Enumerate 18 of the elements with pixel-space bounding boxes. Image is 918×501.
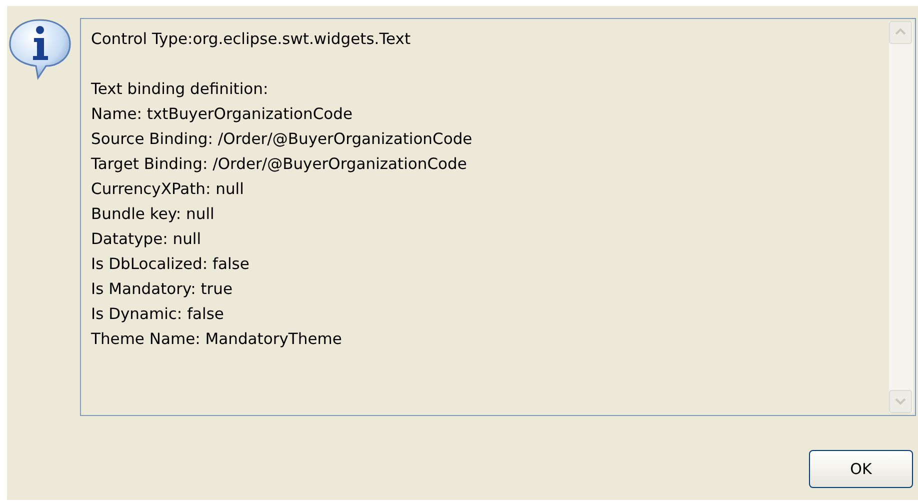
binding-detail-text: Target Binding: /Order/@BuyerOrganizationCode xyxy=(91,154,467,175)
scroll-up-icon[interactable] xyxy=(889,21,912,44)
info-icon xyxy=(8,18,72,80)
binding-detail-text: Text binding definition: xyxy=(91,79,268,100)
binding-detail-text: CurrencyXPath: null xyxy=(91,179,244,200)
binding-detail-text: Theme Name: MandatoryTheme xyxy=(91,329,342,350)
control-type-text: Control Type:org.eclipse.swt.widgets.Text xyxy=(91,29,411,50)
binding-detail-text: Is DbLocalized: false xyxy=(91,254,250,275)
binding-detail-text: Datatype: null xyxy=(91,229,202,250)
ok-button[interactable]: OK xyxy=(809,450,913,488)
binding-detail-text: Is Dynamic: false xyxy=(91,304,224,325)
scroll-down-icon[interactable] xyxy=(889,390,912,413)
scrollbar[interactable] xyxy=(889,21,913,413)
message-text-area[interactable] xyxy=(80,18,916,416)
binding-detail-text: Is Mandatory: true xyxy=(91,279,233,300)
binding-detail-text: Name: txtBuyerOrganizationCode xyxy=(91,104,353,125)
binding-detail-text: Bundle key: null xyxy=(91,204,214,225)
binding-detail-text: Source Binding: /Order/@BuyerOrganizationCode xyxy=(91,129,472,150)
